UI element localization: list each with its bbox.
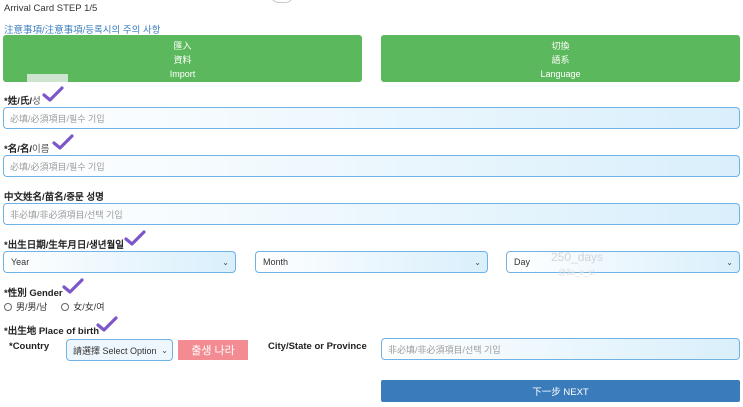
- step-title: Arrival Card STEP 1/5: [4, 3, 98, 14]
- language-label-line-2: 語系: [551, 54, 570, 65]
- birth-year-value: Year: [11, 257, 30, 267]
- birth-place-label: *出生地 Place of birth: [4, 326, 100, 337]
- city-input[interactable]: 非必填/非必須項目/선택 기입: [381, 338, 740, 360]
- birth-year-select[interactable]: Year ⌄: [3, 251, 236, 273]
- chevron-down-icon: ⌄: [161, 345, 168, 355]
- gender-female-label: 女/女/여: [73, 302, 105, 312]
- check-icon: [52, 134, 74, 150]
- language-label-line-1: 切換: [551, 40, 570, 51]
- chinese-name-input[interactable]: 非必填/非必須項目/선택 기입: [3, 203, 740, 225]
- check-icon: [96, 316, 118, 332]
- gender-label: *性別 Gender: [4, 288, 63, 299]
- notice-link[interactable]: 注意事項/注意事項/등록시의 주의 사항: [4, 22, 160, 36]
- birth-day-value: Day: [514, 257, 531, 267]
- surname-label: *姓/氏/성: [4, 93, 41, 107]
- city-label: City/State or Province: [268, 341, 367, 352]
- given-name-label: *名/名/이름: [4, 141, 49, 155]
- gender-female-radio[interactable]: [61, 302, 70, 311]
- watermark-text: 250_days: [551, 250, 604, 264]
- check-icon: [124, 230, 146, 246]
- country-note-annotation: 출생 나라: [178, 340, 248, 360]
- top-partial-shape: [270, 0, 294, 3]
- birth-month-value: Month: [263, 257, 289, 267]
- chinese-name-label: 中文姓名/苗名/중문 성명: [4, 192, 104, 203]
- chevron-down-icon: ⌄: [222, 257, 229, 267]
- import-label-line-2: 資料: [173, 54, 192, 65]
- country-select[interactable]: 請選擇 Select Option ⌄: [66, 339, 173, 361]
- country-label: *Country: [9, 341, 50, 352]
- gender-options: 男/男/남 女/女/여: [4, 300, 105, 313]
- check-icon: [62, 278, 84, 294]
- import-label-line-1: 匯入: [173, 40, 192, 51]
- gender-male-radio[interactable]: [4, 302, 12, 311]
- check-icon: [42, 86, 64, 102]
- surname-label-text: *姓/氏/: [4, 96, 32, 107]
- given-name-input[interactable]: 必填/必須項目/필수 기입: [3, 155, 740, 177]
- import-overlay-patch: [27, 74, 68, 82]
- chevron-down-icon: ⌄: [726, 257, 733, 267]
- next-button[interactable]: 下一步 NEXT: [381, 380, 740, 402]
- birth-month-select[interactable]: Month ⌄: [255, 251, 488, 273]
- language-label-line-3: Language: [540, 68, 581, 79]
- given-name-label-ko: 이름: [31, 144, 50, 155]
- watermark-subtext: @3a_e_st: [558, 268, 595, 277]
- chevron-down-icon: ⌄: [474, 257, 481, 267]
- birth-day-select[interactable]: Day ⌄: [506, 251, 740, 273]
- switch-language-button[interactable]: 切換 語系 Language: [381, 35, 740, 82]
- gender-male-label: 男/男/남: [16, 302, 48, 312]
- surname-input[interactable]: 必填/必須項目/필수 기입: [3, 107, 740, 129]
- surname-label-ko: 성: [31, 96, 41, 107]
- given-name-label-text: *名/名/: [4, 144, 32, 155]
- country-select-value: 請選擇 Select Option: [73, 345, 157, 356]
- birth-date-label: *出生日期/生年月日/생년월일: [4, 240, 124, 251]
